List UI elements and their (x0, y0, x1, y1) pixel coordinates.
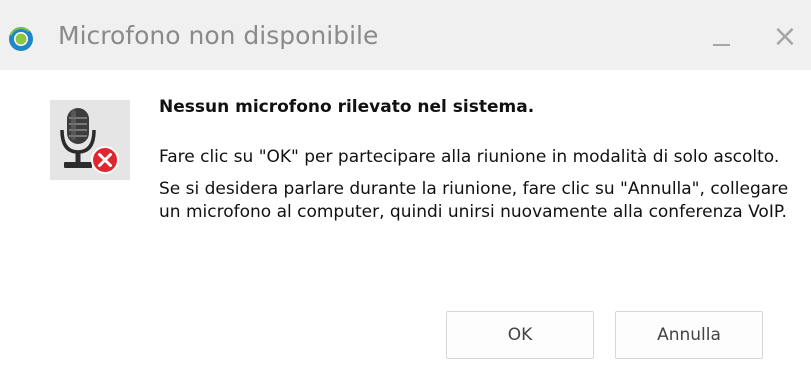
conference-app-icon (9, 27, 33, 51)
message-paragraph-cancel: Se si desidera parlare durante la riunio… (159, 179, 789, 222)
message-headline: Nessun microfono rilevato nel sistema. (159, 97, 535, 117)
close-button[interactable]: × (770, 22, 800, 52)
title-bar[interactable]: Microfono non disponibile × (0, 0, 811, 70)
message-paragraph-ok: Fare clic su "OK" per partecipare alla r… (159, 147, 780, 167)
minimize-icon (713, 44, 730, 46)
ok-button[interactable]: OK (446, 311, 594, 359)
message-area: Nessun microfono rilevato nel sistema. F… (159, 96, 799, 233)
cancel-button[interactable]: Annulla (615, 311, 763, 359)
minimize-button[interactable] (706, 22, 736, 52)
microphone-error-icon (50, 100, 130, 180)
window-title: Microfono non disponibile (58, 21, 379, 50)
dialog-window: Microfono non disponibile × Nessun micro… (0, 0, 811, 380)
